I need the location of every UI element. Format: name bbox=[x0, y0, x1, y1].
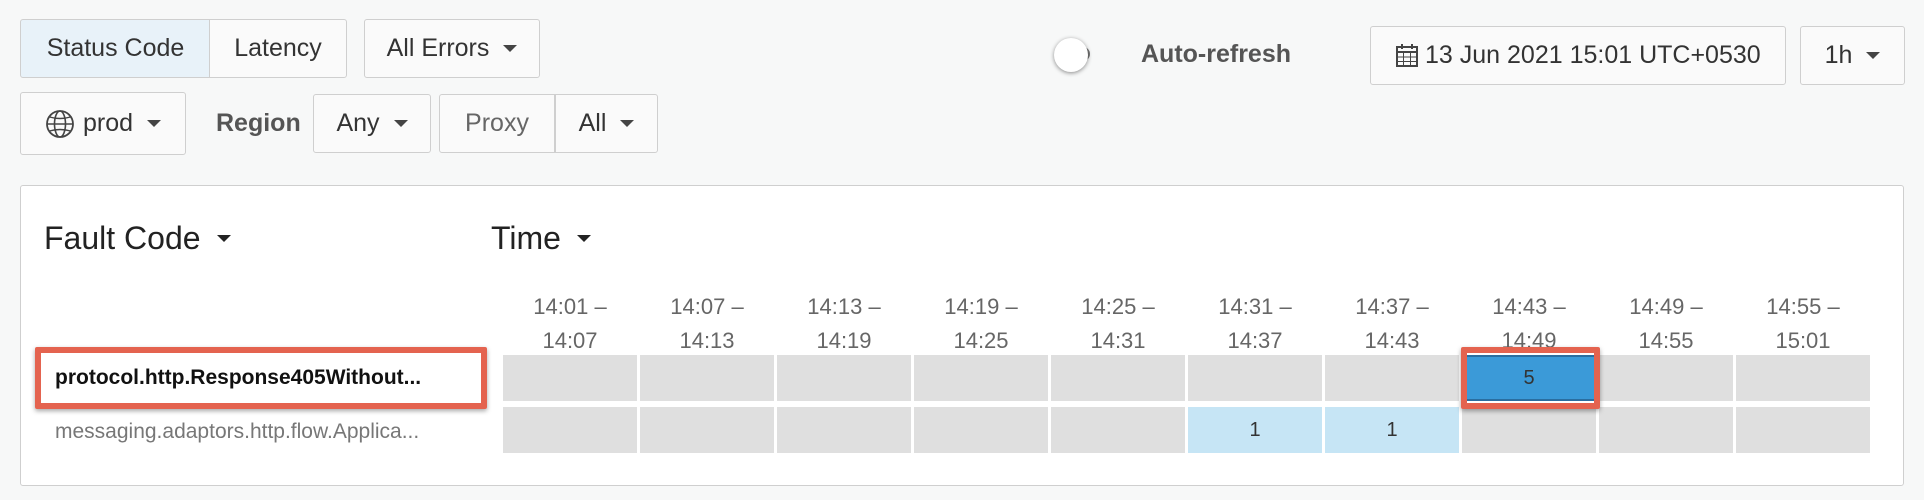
heatmap-cell[interactable]: 1 bbox=[1188, 407, 1322, 453]
heatmap-cell[interactable] bbox=[503, 407, 637, 453]
toggle-knob[interactable] bbox=[1054, 38, 1088, 72]
time-bucket-header: 14:19 – 14:25 bbox=[913, 290, 1049, 358]
chevron-down-icon bbox=[576, 235, 591, 242]
time-bucket-header: 14:25 – 14:31 bbox=[1050, 290, 1186, 358]
time-bucket-start: 14:01 – bbox=[533, 294, 607, 319]
time-bucket-header: 14:07 – 14:13 bbox=[639, 290, 775, 358]
range-dropdown[interactable]: 1h bbox=[1800, 26, 1905, 85]
heatmap-cell[interactable] bbox=[503, 355, 637, 401]
time-bucket-start: 14:31 – bbox=[1218, 294, 1292, 319]
time-bucket-start: 14:07 – bbox=[670, 294, 744, 319]
tab-status-code[interactable]: Status Code bbox=[20, 19, 211, 78]
heatmap-cell[interactable] bbox=[914, 355, 1048, 401]
heatmap-cell[interactable]: 1 bbox=[1325, 407, 1459, 453]
chevron-down-icon bbox=[1866, 52, 1881, 59]
time-bucket-header: 14:55 – 15:01 bbox=[1735, 290, 1871, 358]
heatmap-cell[interactable] bbox=[1325, 355, 1459, 401]
errors-dropdown[interactable]: All Errors bbox=[364, 19, 540, 78]
auto-refresh-label: Auto-refresh bbox=[1141, 40, 1292, 68]
chevron-down-icon bbox=[393, 120, 408, 127]
time-bucket-end: 14:13 bbox=[679, 328, 735, 353]
time-bucket-start: 14:25 – bbox=[1081, 294, 1155, 319]
time-bucket-end: 14:43 bbox=[1364, 328, 1420, 353]
time-bucket-end: 14:31 bbox=[1090, 328, 1146, 353]
heatmap-cell[interactable] bbox=[1051, 407, 1185, 453]
heatmap-cell[interactable] bbox=[1462, 407, 1596, 453]
time-bucket-header: 14:31 – 14:37 bbox=[1187, 290, 1323, 358]
tab-latency[interactable]: Latency bbox=[209, 19, 347, 78]
heatmap-cell[interactable] bbox=[1599, 355, 1733, 401]
heatmap-cell[interactable] bbox=[640, 355, 774, 401]
time-bucket-end: 14:37 bbox=[1227, 328, 1283, 353]
time-bucket-end: 14:19 bbox=[816, 328, 872, 353]
time-bucket-end: 14:25 bbox=[953, 328, 1009, 353]
column-dimension-dropdown[interactable]: Time bbox=[491, 220, 591, 257]
time-bucket-end: 15:01 bbox=[1775, 328, 1831, 353]
time-bucket-header: 14:13 – 14:19 bbox=[776, 290, 912, 358]
heatmap-cell[interactable] bbox=[1599, 407, 1733, 453]
heatmap-cell[interactable] bbox=[1736, 407, 1870, 453]
highlight-box-fault-code bbox=[35, 347, 487, 409]
time-bucket-start: 14:43 – bbox=[1492, 294, 1566, 319]
time-bucket-start: 14:55 – bbox=[1766, 294, 1840, 319]
chevron-down-icon bbox=[147, 120, 162, 127]
chevron-down-icon bbox=[216, 235, 231, 242]
proxy-dropdown[interactable]: All bbox=[555, 94, 658, 153]
calendar-icon bbox=[1396, 44, 1418, 67]
heatmap-cell[interactable] bbox=[777, 407, 911, 453]
time-bucket-start: 14:19 – bbox=[944, 294, 1018, 319]
highlight-box-cell bbox=[1461, 347, 1600, 409]
heatmap-cell[interactable] bbox=[777, 355, 911, 401]
proxy-filter-label: Proxy bbox=[439, 94, 555, 153]
fault-code-row-label[interactable]: messaging.adaptors.http.flow.Applica... bbox=[55, 420, 475, 444]
time-bucket-header: 14:01 – 14:07 bbox=[502, 290, 638, 358]
chevron-down-icon bbox=[620, 120, 635, 127]
time-bucket-start: 14:49 – bbox=[1629, 294, 1703, 319]
heatmap-cell[interactable] bbox=[1051, 355, 1185, 401]
heatmap-cell[interactable] bbox=[914, 407, 1048, 453]
time-bucket-header: 14:37 – 14:43 bbox=[1324, 290, 1460, 358]
row-dimension-dropdown[interactable]: Fault Code bbox=[44, 220, 231, 257]
heatmap-cell[interactable] bbox=[1188, 355, 1322, 401]
time-bucket-header: 14:49 – 14:55 bbox=[1598, 290, 1734, 358]
heatmap-cell[interactable] bbox=[1736, 355, 1870, 401]
datetime-picker[interactable]: 13 Jun 2021 15:01 UTC+0530 bbox=[1370, 26, 1786, 85]
time-bucket-end: 14:55 bbox=[1638, 328, 1694, 353]
heatmap-cell[interactable] bbox=[640, 407, 774, 453]
chevron-down-icon bbox=[503, 45, 518, 52]
environment-dropdown[interactable]: prod bbox=[20, 92, 186, 155]
time-bucket-start: 14:37 – bbox=[1355, 294, 1429, 319]
region-dropdown[interactable]: Any bbox=[313, 94, 431, 153]
region-label: Region bbox=[216, 109, 301, 137]
time-bucket-end: 14:07 bbox=[542, 328, 598, 353]
time-bucket-start: 14:13 – bbox=[807, 294, 881, 319]
globe-icon bbox=[46, 109, 74, 138]
